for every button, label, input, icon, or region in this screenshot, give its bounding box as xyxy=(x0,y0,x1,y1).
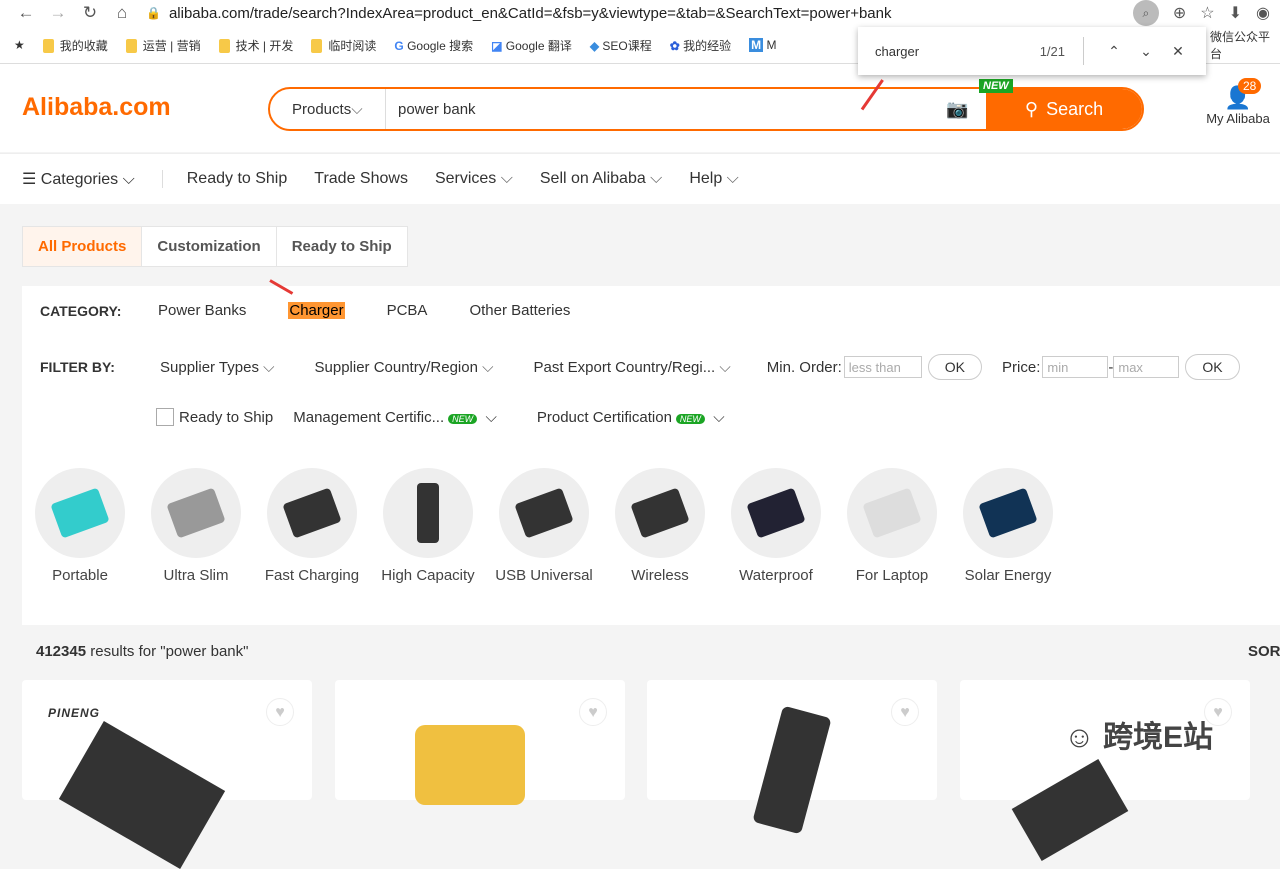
product-tabs: All Products Customization Ready to Ship xyxy=(22,226,408,267)
ready-to-ship-label[interactable]: Ready to Ship xyxy=(179,409,273,426)
tab-all-products[interactable]: All Products xyxy=(23,227,143,266)
min-order-input[interactable]: less than xyxy=(843,356,922,378)
product-card[interactable]: ♥ xyxy=(647,680,937,835)
search-icon: ⚲ xyxy=(1024,98,1039,119)
back-icon[interactable]: ← xyxy=(10,3,42,23)
product-card[interactable]: PINENG ♥ xyxy=(22,680,312,869)
product-thumbnail xyxy=(731,468,821,558)
filter-label: FILTER BY: xyxy=(40,359,115,375)
category-label: CATEGORY: xyxy=(40,302,122,319)
star-icon[interactable]: ☆ xyxy=(1200,3,1214,23)
menu-sell[interactable]: Sell on Alibaba xyxy=(540,170,662,188)
forward-icon[interactable]: → xyxy=(42,3,74,23)
subcategory-fast-charging[interactable]: Fast Charging xyxy=(254,468,370,584)
price-min-input[interactable]: min xyxy=(1042,356,1109,378)
find-bar: charger 1/21 ⌃ ⌄ ✕ xyxy=(858,27,1206,75)
bookmark[interactable]: 运营 | 营销 xyxy=(125,37,201,54)
menu-ready-to-ship[interactable]: Ready to Ship xyxy=(161,170,287,188)
product-thumbnail xyxy=(151,468,241,558)
product-cert-dropdown[interactable]: Product Certification NEW ⌵ xyxy=(537,409,725,426)
subcategory-for-laptop[interactable]: For Laptop xyxy=(834,468,950,584)
product-thumbnail xyxy=(963,468,1053,558)
subcategory-high-capacity[interactable]: High Capacity xyxy=(370,468,486,584)
subcategory-waterproof[interactable]: Waterproof xyxy=(718,468,834,584)
bookmark[interactable]: G Google 搜索 xyxy=(394,37,473,54)
bookmark-star-icon: ★ xyxy=(14,38,25,52)
address-bar[interactable]: 🔒 alibaba.com/trade/search?IndexArea=prod… xyxy=(146,5,1133,22)
results-count: 412345 results for "power bank" xyxy=(36,643,249,660)
camera-icon[interactable]: ◉ xyxy=(1256,3,1270,23)
subcategory-wireless[interactable]: Wireless xyxy=(602,468,718,584)
product-thumbnail xyxy=(267,468,357,558)
category-charger[interactable]: Charger xyxy=(288,302,345,319)
menu-help[interactable]: Help xyxy=(689,170,738,188)
price-ok-button[interactable]: OK xyxy=(1185,354,1240,380)
product-thumbnail xyxy=(35,468,125,558)
camera-search-icon[interactable]: 📷 xyxy=(946,99,986,120)
search-bar: Products 📷 ⚲Search xyxy=(268,87,1144,131)
min-order-label: Min. Order: xyxy=(766,358,842,376)
supplier-country-dropdown[interactable]: Supplier Country/Region xyxy=(315,359,494,376)
favorite-heart-icon[interactable]: ♥ xyxy=(266,698,294,726)
product-thumbnail xyxy=(499,468,589,558)
favorite-heart-icon[interactable]: ♥ xyxy=(579,698,607,726)
product-thumbnail xyxy=(383,468,473,558)
find-count: 1/21 xyxy=(1039,43,1065,59)
bookmark[interactable]: 微信公众平台 xyxy=(1210,28,1280,62)
find-prev-icon[interactable]: ⌃ xyxy=(1098,43,1130,60)
subcategory-solar-energy[interactable]: Solar Energy xyxy=(950,468,1066,584)
ready-to-ship-checkbox[interactable] xyxy=(156,408,174,426)
product-thumbnail xyxy=(615,468,705,558)
find-next-icon[interactable]: ⌄ xyxy=(1130,43,1162,60)
tab-customization[interactable]: Customization xyxy=(142,227,277,266)
notification-badge: 28 xyxy=(1238,78,1262,94)
find-input[interactable]: charger xyxy=(875,44,1040,59)
wechat-watermark: ☺ 跨境E站 xyxy=(1064,721,1213,754)
find-icon[interactable]: ⌕ xyxy=(1132,0,1159,26)
subcategory-list: Portable Ultra Slim Fast Charging High C… xyxy=(22,468,1066,584)
search-category-select[interactable]: Products xyxy=(270,89,386,129)
main-menu: ☰ Categories ⌵ Ready to Ship Trade Shows… xyxy=(0,153,1280,204)
product-card[interactable]: ♥ xyxy=(335,680,625,805)
zoom-icon[interactable]: ⊕ xyxy=(1173,3,1186,23)
bookmark[interactable]: ✿ 我的经验 xyxy=(670,37,731,54)
wechat-icon: ☺ xyxy=(1064,721,1103,754)
product-thumbnail xyxy=(847,468,937,558)
management-cert-dropdown[interactable]: Management Certific... NEW ⌵ xyxy=(293,409,497,426)
subcategory-portable[interactable]: Portable xyxy=(22,468,138,584)
product-brand: PINENG xyxy=(48,706,101,720)
new-tag: NEW xyxy=(979,79,1013,93)
list-icon: ☰ xyxy=(22,171,41,188)
sort-label: SORT xyxy=(1248,643,1280,660)
bookmark[interactable]: 我的收藏 xyxy=(42,37,108,54)
lock-icon: 🔒 xyxy=(146,6,161,20)
category-other-batteries[interactable]: Other Batteries xyxy=(469,302,570,319)
my-alibaba[interactable]: 👤 28 My Alibaba xyxy=(1204,78,1272,126)
past-export-dropdown[interactable]: Past Export Country/Regi... xyxy=(533,359,730,376)
bookmark[interactable]: 临时阅读 xyxy=(311,37,376,54)
menu-trade-shows[interactable]: Trade Shows xyxy=(314,170,408,188)
category-power-banks[interactable]: Power Banks xyxy=(158,302,246,319)
alibaba-logo[interactable]: Alibaba.com xyxy=(22,93,171,122)
download-icon[interactable]: ⬇ xyxy=(1229,3,1242,23)
find-close-icon[interactable]: ✕ xyxy=(1162,43,1194,60)
price-max-input[interactable]: max xyxy=(1113,356,1180,378)
bookmark[interactable]: ◆ SEO课程 xyxy=(590,37,652,54)
price-label: Price: xyxy=(1002,358,1041,376)
tab-ready-to-ship[interactable]: Ready to Ship xyxy=(277,227,407,266)
home-icon[interactable]: ⌂ xyxy=(106,3,138,23)
favorite-heart-icon[interactable]: ♥ xyxy=(891,698,919,726)
reload-icon[interactable]: ↻ xyxy=(74,3,106,23)
menu-services[interactable]: Services xyxy=(435,170,513,188)
subcategory-ultra-slim[interactable]: Ultra Slim xyxy=(138,468,254,584)
search-button[interactable]: ⚲ Search xyxy=(986,89,1142,129)
category-pcba[interactable]: PCBA xyxy=(387,302,428,319)
bookmark[interactable]: 技术 | 开发 xyxy=(218,37,293,54)
subcategory-usb-universal[interactable]: USB Universal xyxy=(486,468,602,584)
menu-categories[interactable]: ☰ Categories ⌵ xyxy=(22,169,135,189)
bookmark[interactable]: M M xyxy=(749,38,777,52)
bookmark[interactable]: ◪ Google 翻译 xyxy=(491,37,572,54)
supplier-types-dropdown[interactable]: Supplier Types xyxy=(160,359,275,376)
min-order-ok-button[interactable]: OK xyxy=(927,354,983,380)
